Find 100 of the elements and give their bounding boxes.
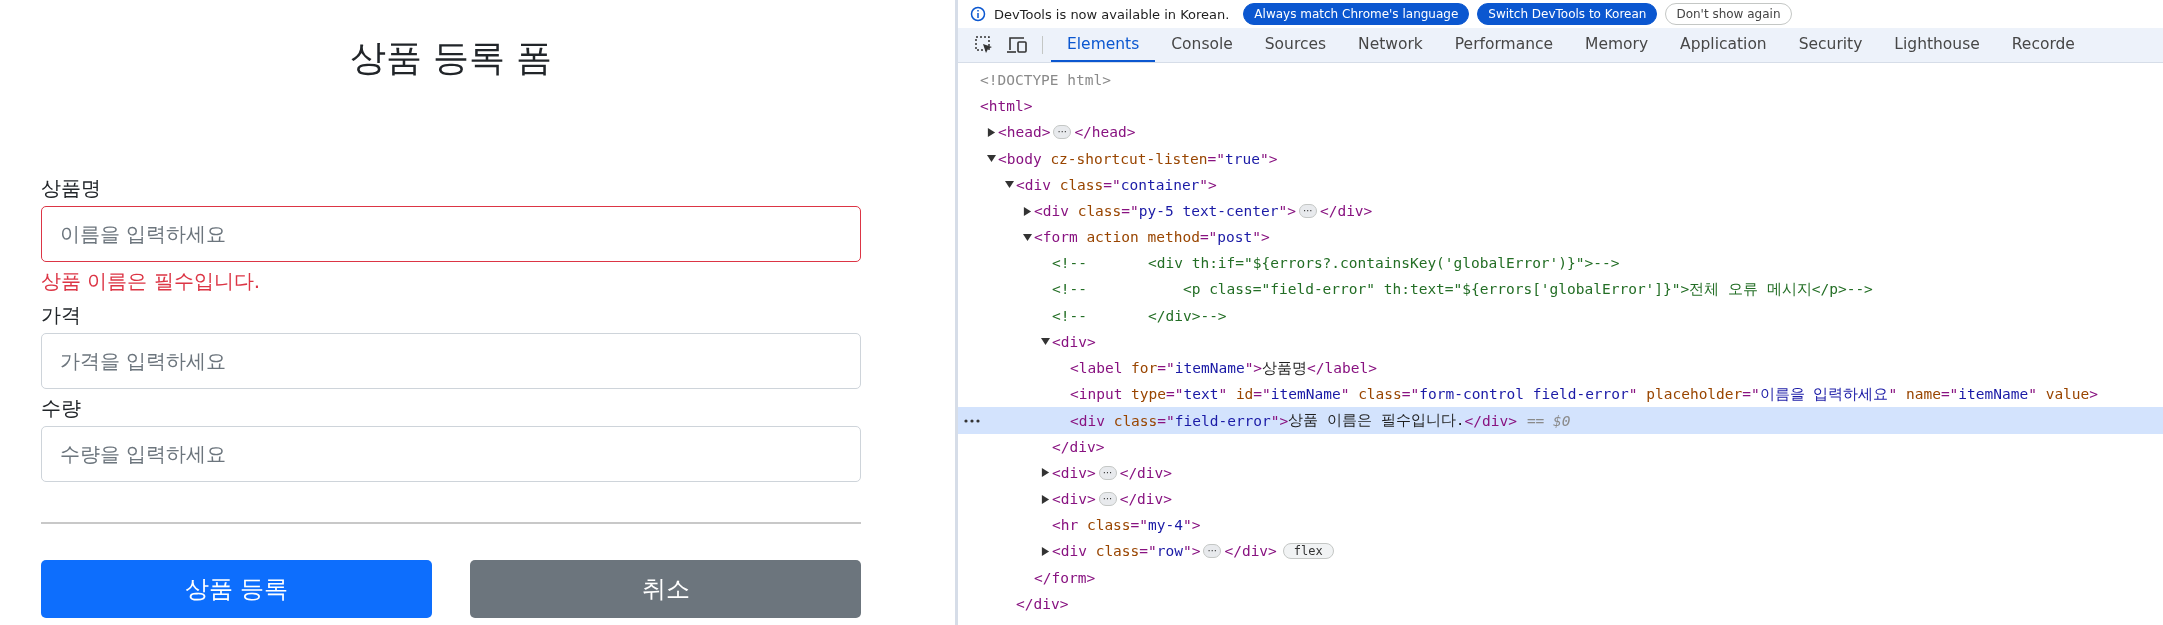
collapsed-triangle-icon[interactable] <box>1040 494 1050 504</box>
html-tag: "> <box>1278 203 1296 220</box>
field-label: 가격 <box>41 302 81 329</box>
device-toolbar-icon[interactable] <box>1006 35 1028 55</box>
info-icon <box>970 6 986 22</box>
attribute-name: class <box>1358 386 1402 403</box>
console-reference: == $0 <box>1526 412 1571 429</box>
attribute-name: name <box>1905 386 1941 403</box>
collapsed-triangle-icon[interactable] <box>1040 546 1050 556</box>
dom-tree-row[interactable]: <html> <box>958 93 2163 120</box>
dom-tree-row[interactable]: <input type="text" id="itemName" class="form-control field-error" placeholder="이름을 입력하세요" name="itemName" value> <box>958 381 2163 408</box>
html-tag: <head> <box>998 124 1051 141</box>
devtools-tab[interactable]: Lighthouse <box>1878 28 1996 62</box>
html-tag: =" <box>1130 517 1149 534</box>
dom-tree-row[interactable]: <!DOCTYPE html> <box>958 67 2163 94</box>
dom-tree-row[interactable]: <div class="field-error">상품 이름은 필수입니다.</div> == $0 <box>958 407 2163 434</box>
devtools-tab[interactable]: Security <box>1782 28 1879 62</box>
attribute-name: cz-shortcut-listen <box>1050 150 1208 167</box>
field-label: 수량 <box>41 395 81 422</box>
html-tag: <div <box>1016 176 1060 193</box>
expanded-triangle-icon[interactable] <box>1040 337 1050 347</box>
dom-tree-row[interactable]: <label for="itemName">상품명</label> <box>958 355 2163 382</box>
collapsed-triangle-icon[interactable] <box>1022 206 1032 216</box>
expanded-triangle-icon[interactable] <box>1022 232 1032 242</box>
dom-tree-row[interactable]: <!-- <div th:if="${errors?.containsKey('globalError')}">--> <box>958 250 2163 277</box>
dom-tree-row[interactable]: <!-- <p class="field-error" th:text="${errors['globalError']}">전체 오류 메시지</p>--> <box>958 276 2163 303</box>
html-tag: </div> <box>1052 438 1105 455</box>
dom-tree-row[interactable]: <body cz-shortcut-listen="true"> <box>958 145 2163 172</box>
attribute-value: my-4 <box>1148 517 1183 534</box>
attribute-value: itemName <box>1174 360 1245 377</box>
text-input[interactable]: 이름을 입력하세요 <box>41 206 861 262</box>
attribute-value: text <box>1183 386 1219 403</box>
more-dots-icon[interactable] <box>964 418 980 423</box>
attribute-name: class <box>1059 176 1104 193</box>
collapsed-triangle-icon[interactable] <box>1040 468 1050 478</box>
html-tag: <div> <box>1052 491 1096 508</box>
expanded-triangle-icon[interactable] <box>1004 180 1014 190</box>
dom-tree-row[interactable]: <div> <box>958 328 2163 356</box>
html-tag: "> <box>1199 176 1217 193</box>
html-comment: <!-- <p class="field-error" th:text="${errors['globalError']}">전체 오류 메시지</p>--> <box>1052 280 1873 300</box>
expanded-triangle-icon[interactable] <box>986 154 996 164</box>
devtools-tab[interactable]: Recorde <box>1995 28 2091 62</box>
html-tag: " <box>2028 386 2046 403</box>
ellipsis-button[interactable]: ⋯ <box>1203 544 1222 559</box>
html-tag: " <box>1218 386 1236 403</box>
dom-tree-row[interactable]: <div> ⋯ </div> <box>958 459 2163 486</box>
html-tag: </form> <box>1034 569 1096 586</box>
html-comment: <!-- <div th:if="${errors?.containsKey('globalError')}">--> <box>1052 255 1620 272</box>
banner-button[interactable]: Always match Chrome's language <box>1243 3 1470 25</box>
html-tag: <div <box>1034 203 1078 220</box>
html-tag: "> <box>1270 412 1289 429</box>
devtools-tab[interactable]: Performance <box>1438 28 1570 62</box>
ellipsis-button[interactable]: ⋯ <box>1053 125 1072 140</box>
attribute-name: type <box>1131 386 1167 403</box>
banner-button[interactable]: Don't show again <box>1665 3 1792 25</box>
devtools-tab[interactable]: Console <box>1155 28 1249 62</box>
attribute-value: container <box>1120 176 1200 193</box>
html-tag: <body <box>998 150 1051 167</box>
ellipsis-button[interactable]: ⋯ <box>1298 204 1317 219</box>
dom-tree-row[interactable]: <div> ⋯ </div> <box>958 486 2163 513</box>
dom-tree-row[interactable]: <form action method="post"> <box>958 224 2163 251</box>
attribute-value: row <box>1156 543 1183 560</box>
html-tag: " <box>1888 386 1906 403</box>
dom-tree-row[interactable]: <hr class="my-4"> <box>958 512 2163 539</box>
collapsed-triangle-icon[interactable] <box>986 127 996 137</box>
attribute-value: itemName <box>1958 386 2029 403</box>
html-tag: <input <box>1070 386 1132 403</box>
ellipsis-button[interactable]: ⋯ <box>1098 492 1117 507</box>
ellipsis-button[interactable]: ⋯ <box>1098 465 1117 480</box>
devtools-tab[interactable]: Application <box>1664 28 1783 62</box>
html-tag: "> <box>1252 229 1270 246</box>
field-label: 상품명 <box>41 175 101 202</box>
banner-message: DevTools is now available in Korean. <box>994 6 1230 22</box>
dom-tree-row[interactable]: <div class="row"> ⋯ </div> flex <box>958 538 2163 565</box>
dom-tree-row[interactable]: <!-- </div>--> <box>958 302 2163 329</box>
text-content: 상품명 <box>1262 358 1308 378</box>
attribute-value: 이름을 입력하세요 <box>1759 384 1889 404</box>
submit-button[interactable]: 상품 등록 <box>41 560 432 618</box>
html-tag: " <box>1340 386 1359 403</box>
html-tag: "> <box>1259 150 1278 167</box>
dom-tree-row[interactable]: <head> ⋯ </head> <box>958 119 2163 146</box>
dom-tree-row[interactable]: <div class="py-5 text-center"> ⋯ </div> <box>958 197 2163 225</box>
banner-button[interactable]: Switch DevTools to Korean <box>1477 3 1658 25</box>
attribute-value: py-5 text-center <box>1138 203 1279 220</box>
attribute-value: field-error <box>1174 412 1271 429</box>
inspect-element-icon[interactable] <box>974 35 994 55</box>
html-tag: </div> <box>1464 412 1517 429</box>
attribute-name: for <box>1131 360 1158 377</box>
devtools-tab[interactable]: Sources <box>1248 28 1343 62</box>
dom-tree-row[interactable]: <div class="container"> <box>958 171 2163 198</box>
html-tag: <div <box>1070 412 1114 429</box>
html-tag: =" <box>1401 386 1420 403</box>
cancel-button[interactable]: 취소 <box>470 560 861 618</box>
html-tag: =" <box>1253 386 1271 403</box>
devtools-tab[interactable]: Memory <box>1569 28 1665 62</box>
html-tag: </div> <box>1016 595 1069 612</box>
html-tag: <html> <box>980 98 1033 115</box>
devtools-tab[interactable]: Network <box>1342 28 1439 62</box>
devtools-tab[interactable]: Elements <box>1051 28 1156 62</box>
html-tag: " <box>1628 386 1647 403</box>
